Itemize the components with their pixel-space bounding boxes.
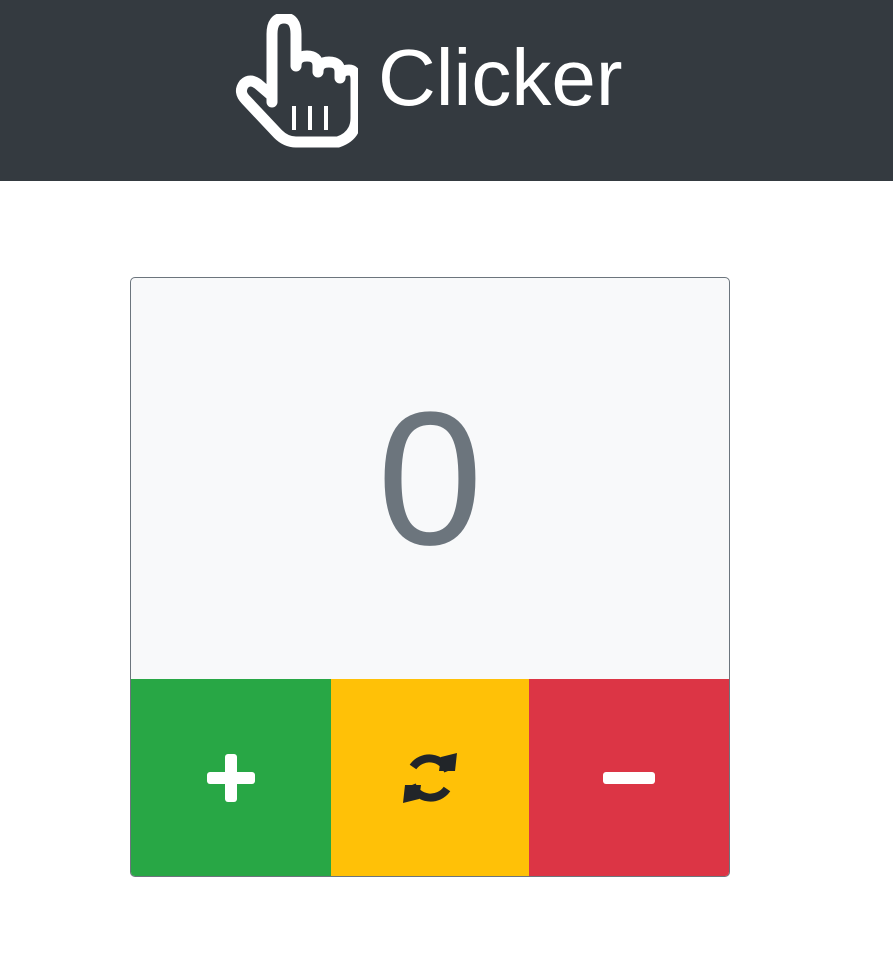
counter-value: 0 bbox=[377, 372, 483, 585]
reset-button[interactable] bbox=[331, 679, 529, 876]
pointing-hand-icon bbox=[235, 14, 358, 148]
button-row bbox=[131, 679, 729, 876]
sync-icon bbox=[403, 752, 457, 803]
decrement-button[interactable] bbox=[529, 679, 729, 876]
app-title: Clicker bbox=[378, 33, 623, 122]
plus-icon bbox=[207, 753, 255, 802]
minus-icon bbox=[603, 771, 655, 784]
counter-card: 0 bbox=[130, 277, 730, 877]
app-header: Clicker bbox=[0, 0, 893, 181]
brand: Clicker bbox=[232, 14, 622, 148]
increment-button[interactable] bbox=[131, 679, 331, 876]
